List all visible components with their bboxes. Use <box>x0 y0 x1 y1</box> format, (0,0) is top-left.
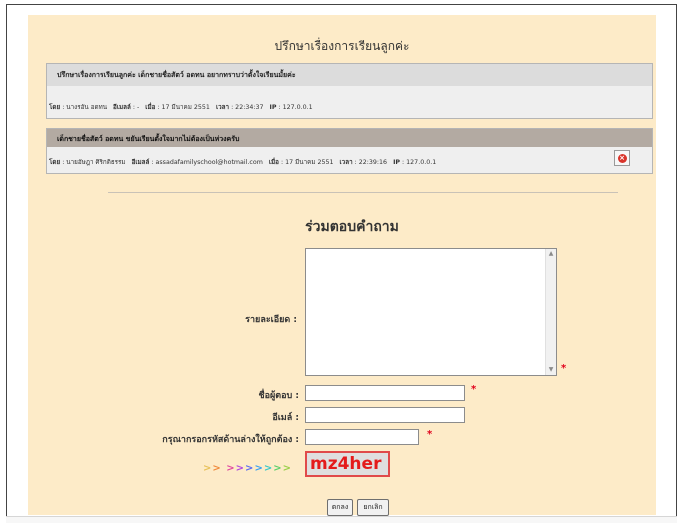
reply-time: : 22:39:16 <box>354 159 388 166</box>
scroll-up-arrow-icon[interactable]: ▲ <box>546 249 556 259</box>
divider <box>108 192 618 193</box>
topic-header: ปรึกษาเรื่องการเรียนลูกค่ะ เด็กชายชื่อสั… <box>47 64 652 86</box>
page-frame: ปรึกษาเรื่องการเรียนลูกค่ะ ปรึกษาเรื่องก… <box>6 4 677 517</box>
topic-time: : 22:34:37 <box>231 104 264 111</box>
reply-meta: โดย : นายอัษฎา ศิริกติธรรม อีเมลล์ : ass… <box>49 157 436 167</box>
reply-heading: เด็กชายชื่อสัตว์ อดทน ขยันเรียนตั้งใจมาก… <box>57 135 240 143</box>
textarea-scrollbar[interactable]: ▲ ▼ <box>545 249 556 375</box>
reply-time-label: เวลา <box>339 159 353 166</box>
topic-ip-label: IP <box>269 104 277 111</box>
topic-heading: ปรึกษาเรื่องการเรียนลูกค่ะ เด็กชายชื่อสั… <box>57 71 296 79</box>
page-title: ปรึกษาเรื่องการเรียนลูกค่ะ <box>274 39 410 53</box>
submit-button[interactable]: ตกลง <box>327 499 353 516</box>
content-panel: ปรึกษาเรื่องการเรียนลูกค่ะ ปรึกษาเรื่องก… <box>28 15 656 516</box>
reply-header: เด็กชายชื่อสัตว์ อดทน ขยันเรียนตั้งใจมาก… <box>47 129 652 147</box>
reply-email: : assadafamilyschool@hotmail.com <box>151 159 263 166</box>
captcha-input[interactable] <box>305 429 419 445</box>
detail-textarea[interactable]: ▲ ▼ <box>305 248 557 376</box>
topic-email: : - <box>132 104 140 111</box>
captcha-label: กรุณากรอกรหัสด้านล่างให้ถูกต้อง : <box>162 435 299 445</box>
reply-ip: : 127.0.0.1 <box>402 159 437 166</box>
topic-time-label: เวลา <box>215 104 230 111</box>
reply-box: เด็กชายชื่อสัตว์ อดทน ขยันเรียนตั้งใจมาก… <box>46 128 653 174</box>
reply-author: : นายอัษฎา ศิริกติธรรม <box>62 159 126 166</box>
detail-label: รายละเอียด : <box>245 315 297 325</box>
topic-email-label: อีเมลล์ <box>113 104 131 111</box>
topic-date-label: เมื่อ <box>145 104 156 111</box>
captcha-code: mz4her <box>305 451 390 477</box>
captcha-arrows-text: >> >>>>>>> <box>203 463 292 474</box>
captcha-required-mark: * <box>427 429 433 440</box>
delete-icon: × <box>617 153 627 163</box>
delete-reply-button[interactable]: × <box>614 150 630 166</box>
name-required-mark: * <box>471 384 477 395</box>
window-bottom-strip <box>6 516 677 523</box>
reply-by-label: โดย <box>49 159 61 166</box>
email-label: อีเมล์ : <box>272 413 299 423</box>
reply-date: : 17 มีนาคม 2551 <box>280 159 334 166</box>
reply-ip-label: IP <box>393 159 401 166</box>
topic-date: : 17 มีนาคม 2551 <box>157 104 210 111</box>
reply-date-label: เมื่อ <box>268 159 279 166</box>
cancel-button[interactable]: ยกเลิก <box>357 499 389 516</box>
email-input[interactable] <box>305 407 465 423</box>
topic-meta: โดย : นางรอัน อดทน อีเมลล์ : - เมื่อ : 1… <box>49 102 313 112</box>
scroll-down-arrow-icon[interactable]: ▼ <box>546 365 556 375</box>
name-label: ชื่อผู้ตอบ : <box>258 391 299 401</box>
detail-required-mark: * <box>561 363 567 374</box>
topic-by-label: โดย <box>49 104 61 111</box>
captcha-arrows: >> >>>>>>> <box>203 463 292 474</box>
topic-author: : นางรอัน อดทน <box>62 104 108 111</box>
form-title: ร่วมตอบคำถาม <box>305 219 399 235</box>
name-input[interactable] <box>305 385 465 401</box>
reply-email-label: อีเมลล์ <box>131 159 150 166</box>
topic-box: ปรึกษาเรื่องการเรียนลูกค่ะ เด็กชายชื่อสั… <box>46 63 653 119</box>
topic-ip: : 127.0.0.1 <box>278 104 313 111</box>
